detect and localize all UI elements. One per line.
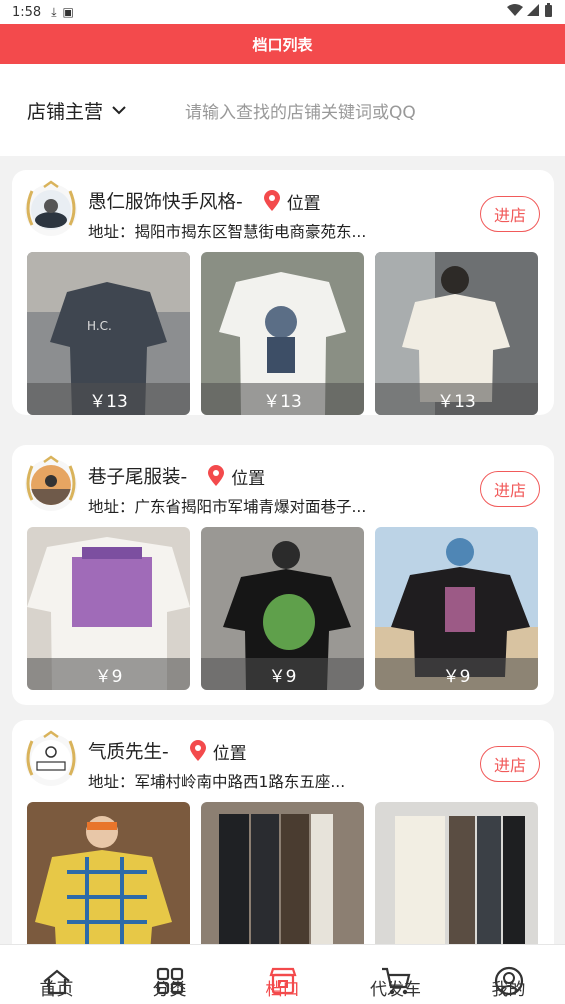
product-thumbnail[interactable]: ￥9: [375, 527, 538, 690]
shop-name-text: 巷子尾服装-: [88, 467, 188, 488]
tab-label: 首页: [39, 980, 74, 1000]
category-dropdown[interactable]: 店铺主营: [27, 97, 127, 124]
product-thumbnail[interactable]: ￥9: [27, 527, 190, 690]
shop-name: 愚仁服饰快手风格- 位置: [88, 188, 321, 214]
product-thumbnail[interactable]: ￥13: [375, 252, 538, 415]
notification-icon: ▣: [62, 5, 74, 19]
product-thumbnail[interactable]: [27, 802, 190, 960]
shop-card[interactable]: 气质先生- 位置 地址：军埔村岭南中路西1路东五座... 进店: [12, 720, 554, 960]
product-list: H.C. ￥13 ￥13 ￥13: [27, 252, 538, 415]
title-bar: 档口列表: [0, 24, 565, 64]
laurel-icon: [26, 730, 76, 776]
shop-card[interactable]: 巷子尾服装- 位置 地址：广东省揭阳市军埔青爆对面巷子... 进店 ￥9 ￥9 …: [12, 445, 554, 705]
laurel-icon: [26, 180, 76, 226]
price-label: ￥13: [201, 383, 364, 415]
tab-home[interactable]: 首页: [0, 945, 113, 1004]
shop-card[interactable]: 愚仁服饰快手风格- 位置 地址：揭阳市揭东区智慧街电商豪苑东... 进店 H.C…: [12, 170, 554, 415]
product-thumbnail[interactable]: [375, 802, 538, 960]
location-pin-icon: [189, 740, 206, 761]
tab-label: 代发车: [370, 980, 421, 1000]
bottom-tab-bar: 首页 分类 档口 代发车 我的: [0, 944, 565, 1004]
shop-address: 地址：揭阳市揭东区智慧街电商豪苑东...: [88, 223, 367, 241]
price-label: ￥13: [375, 383, 538, 415]
avatar: [25, 455, 77, 511]
price-label: ￥9: [27, 658, 190, 690]
location-pin-icon: [263, 190, 280, 211]
category-label: 店铺主营: [27, 100, 104, 123]
location-link[interactable]: 位置: [207, 464, 265, 489]
enter-shop-button[interactable]: 进店: [480, 471, 540, 507]
product-thumbnail[interactable]: ￥13: [201, 252, 364, 415]
shop-name: 巷子尾服装- 位置: [88, 463, 265, 489]
laurel-icon: [26, 455, 76, 501]
shop-address: 地址：军埔村岭南中路西1路东五座...: [88, 773, 346, 791]
product-thumbnail[interactable]: H.C. ￥13: [27, 252, 190, 415]
tab-category[interactable]: 分类: [113, 945, 226, 1004]
search-row: 店铺主营 请输入查找的店铺关键词或QQ: [0, 64, 565, 156]
enter-shop-button[interactable]: 进店: [480, 746, 540, 782]
tab-mine[interactable]: 我的: [452, 945, 565, 1004]
price-label: ￥9: [375, 658, 538, 690]
avatar: [25, 180, 77, 236]
shop-name-text: 愚仁服饰快手风格-: [88, 192, 243, 213]
avatar: [25, 730, 77, 786]
svg-text:H.C.: H.C.: [87, 319, 112, 333]
enter-shop-button[interactable]: 进店: [480, 196, 540, 232]
product-list: [27, 802, 538, 960]
tab-label: 我的: [491, 980, 526, 1000]
shop-name: 气质先生- 位置: [88, 738, 247, 764]
location-pin-icon: [208, 465, 225, 486]
shop-address: 地址：广东省揭阳市军埔青爆对面巷子...: [88, 498, 367, 516]
product-thumbnail[interactable]: ￥9: [201, 527, 364, 690]
location-label: 位置: [286, 193, 321, 214]
signal-icon: [527, 3, 540, 21]
status-time: 1:58: [12, 4, 42, 20]
location-link[interactable]: 位置: [263, 189, 321, 214]
price-label: ￥13: [27, 383, 190, 415]
wifi-icon: [507, 3, 523, 21]
tab-label: 档口: [265, 980, 300, 1000]
product-thumbnail[interactable]: [201, 802, 364, 960]
location-label: 位置: [212, 743, 247, 764]
page-title: 档口列表: [252, 35, 313, 54]
tab-cart[interactable]: 代发车: [339, 945, 452, 1004]
location-label: 位置: [231, 468, 266, 489]
price-label: ￥9: [201, 658, 364, 690]
chevron-down-icon: [112, 106, 126, 115]
download-icon: ⤓: [51, 4, 57, 19]
status-bar: 1:58 ⤓ ▣: [0, 0, 565, 24]
search-input[interactable]: 请输入查找的店铺关键词或QQ: [185, 98, 416, 123]
battery-icon: [544, 3, 553, 21]
tab-label: 分类: [152, 980, 187, 1000]
shop-name-text: 气质先生-: [88, 742, 169, 763]
location-link[interactable]: 位置: [189, 739, 247, 764]
tab-stall[interactable]: 档口: [226, 945, 339, 1004]
product-list: ￥9 ￥9 ￥9: [27, 527, 538, 690]
